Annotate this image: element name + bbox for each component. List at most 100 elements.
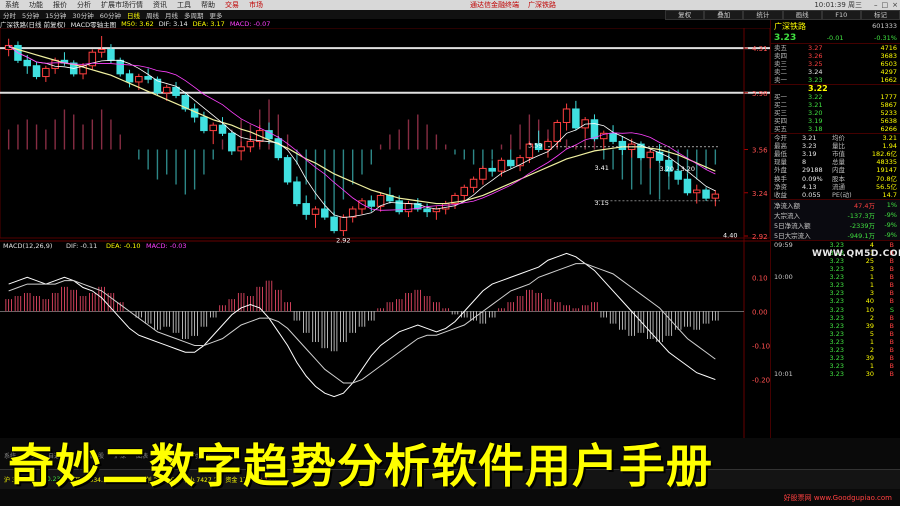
macd-axis-label: -0.20 <box>752 377 770 385</box>
order-book-row[interactable]: 买三 3.20 5233 <box>771 109 900 117</box>
site-watermark: WWW.QM5D.COM <box>812 249 900 259</box>
menu-item[interactable]: 帮助 <box>196 0 220 10</box>
tick-row: 3.23 2 B <box>771 314 900 322</box>
macd-axis-label: -0.10 <box>752 342 770 350</box>
stat-value: 3.19 <box>802 150 817 159</box>
candle-body <box>200 116 208 132</box>
stat-value: 70.8亿 <box>876 174 897 183</box>
order-book-row[interactable]: 买四 3.19 5638 <box>771 117 900 125</box>
tick-price: 3.23 <box>829 305 844 314</box>
menu-item[interactable]: 功能 <box>24 0 48 10</box>
tick-volume: 40 <box>865 297 874 306</box>
tick-row: 3.23 1 B <box>771 281 900 289</box>
candle-body <box>274 138 283 159</box>
candle-body <box>339 216 348 232</box>
tab-period[interactable]: 月线 <box>162 10 181 20</box>
candle-body <box>162 86 171 94</box>
price-change: -0.01 <box>826 33 844 42</box>
flow-value: 47.4万 <box>854 201 875 210</box>
menu-item[interactable]: 报价 <box>48 0 72 10</box>
menu-item-market[interactable]: 市场 <box>244 0 268 10</box>
close-icon[interactable]: × <box>892 1 898 9</box>
book-volume: 1662 <box>880 76 897 85</box>
tick-flag: B <box>889 354 894 363</box>
book-level-label: 卖二 <box>774 68 787 77</box>
ma50-line <box>8 46 716 205</box>
price-annotation: 3.15 <box>594 199 608 207</box>
candle-body <box>42 67 50 78</box>
menu-item[interactable]: 分析 <box>72 0 96 10</box>
tick-row: 3.23 39 B <box>771 354 900 362</box>
order-book-row[interactable]: 买二 3.21 5867 <box>771 101 900 109</box>
flow-value: -949.1万 <box>847 231 875 240</box>
tick-volume: 39 <box>865 354 874 363</box>
menu-item-trade[interactable]: 交易 <box>220 0 244 10</box>
tick-flag: B <box>889 273 894 282</box>
stat-label: 今开 <box>774 134 787 143</box>
menu-item[interactable]: 扩展市场行情 <box>96 0 148 10</box>
menu-item[interactable]: 工具 <box>172 0 196 10</box>
tick-volume: 30 <box>865 370 874 379</box>
tick-price: 3.23 <box>829 362 844 371</box>
minimize-icon[interactable]: – <box>874 1 878 9</box>
book-level-label: 卖四 <box>774 52 787 61</box>
book-price: 3.27 <box>808 44 823 53</box>
tick-row: 3.23 10 S <box>771 306 900 314</box>
ma5-line <box>8 45 716 219</box>
indicator-name[interactable]: MACD零轴主图 <box>71 19 116 29</box>
candle-body <box>544 140 552 151</box>
tab-period[interactable]: 多周期 <box>181 10 207 20</box>
flow-pct: -9% <box>884 210 897 219</box>
tool-tab[interactable]: 标记 <box>860 10 900 20</box>
tab-period-active[interactable]: 日线 <box>124 10 143 20</box>
stat-label: 外盘 <box>774 166 787 175</box>
book-price: 3.22 <box>808 92 823 101</box>
order-book-row[interactable]: 买一 3.22 1777 <box>771 93 900 101</box>
stat-value: 29188 <box>802 166 823 175</box>
order-book-row[interactable]: 买五 3.18 6266 <box>771 125 900 133</box>
stat-row: 今开 3.21 均价 3.21 <box>771 134 900 142</box>
window-stock-name: 广深铁路 <box>528 1 556 9</box>
order-book-row[interactable]: 卖二 3.24 4297 <box>771 68 900 76</box>
order-book-row[interactable]: 卖一 3.23 1662 <box>771 76 900 84</box>
stat-value: 0.055 <box>802 190 821 199</box>
tick-flag: B <box>889 321 894 330</box>
flow-pct: -9% <box>884 220 897 229</box>
book-price: 3.24 <box>808 68 823 77</box>
chart-canvas[interactable]: 4.31 3.98 3.56 3.24 2.92 MACD(12,26,9) DIF: -… <box>0 28 770 438</box>
stat-label: PE(动) <box>832 190 852 199</box>
flow-label: 5日净流入额 <box>774 221 811 230</box>
menu-item[interactable]: 资讯 <box>148 0 172 10</box>
order-book-row[interactable]: 卖五 3.27 4716 <box>771 44 900 52</box>
stat-value: 8 <box>802 158 807 167</box>
tick-row: 09:59 3.23 4 B <box>771 241 900 249</box>
flow-label: 大宗流入 <box>774 211 800 220</box>
tick-volume: 39 <box>865 321 874 330</box>
candle-body <box>302 203 310 215</box>
menu-item[interactable]: 系统 <box>0 0 24 10</box>
stock-code: 601333 <box>872 22 897 30</box>
tick-flag: B <box>889 337 894 346</box>
tab-period[interactable]: 周线 <box>143 10 162 20</box>
price-annotation: 2.92 <box>336 237 350 245</box>
book-level-label: 买五 <box>774 124 787 133</box>
tick-flag: B <box>889 240 894 249</box>
maximize-icon[interactable]: □ <box>882 1 889 9</box>
flow-row: 大宗流入 -137.3万 -9% <box>771 209 900 220</box>
order-book-row[interactable]: 卖三 3.25 6503 <box>771 60 900 68</box>
stat-label: 净资 <box>774 182 787 191</box>
tick-row: 10:00 3.23 1 B <box>771 273 900 281</box>
kline-chart[interactable]: 4.31 3.98 3.56 3.24 2.92 MACD(12,26,9) DIF: -… <box>0 28 770 438</box>
menubar: 系统 功能 报价 分析 扩展市场行情 资讯 工具 帮助 交易 市场 通达信金融终… <box>0 0 900 10</box>
quote-price-row: 3.23 -0.01 -0.31% <box>771 32 900 44</box>
flow-pct: -9% <box>884 230 897 239</box>
order-book-row[interactable]: 卖四 3.26 3683 <box>771 52 900 60</box>
stat-value: 48335 <box>876 158 897 167</box>
tool-tab[interactable]: 画线 <box>782 10 822 20</box>
macd-axis-label: 0.10 <box>752 274 768 282</box>
tab-period[interactable]: 更多 <box>206 10 225 20</box>
stat-row: 收益 0.055 PE(动) 14.7 <box>771 191 900 199</box>
book-price: 3.26 <box>808 52 823 61</box>
chart-title: 广深铁路(日线 前复权) <box>0 20 66 29</box>
tool-tab[interactable]: F10 <box>821 10 861 20</box>
